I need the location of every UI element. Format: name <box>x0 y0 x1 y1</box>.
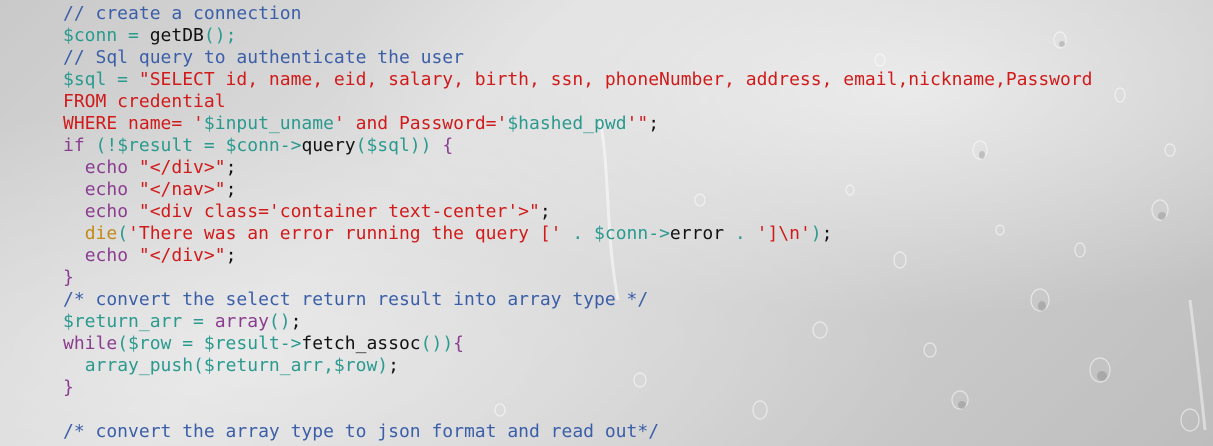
code-line: die('There was an error running the quer… <box>63 223 1093 245</box>
code-token: query <box>301 135 356 156</box>
code-token: fetch_assoc <box>301 333 421 354</box>
code-line: $sql = "SELECT id, name, eid, salary, bi… <box>63 69 1093 91</box>
code-token: $return_arr = <box>63 311 215 332</box>
code-token: "SELECT id, name, eid, salary, birth, ss… <box>138 69 1093 90</box>
code-line: $return_arr = array(); <box>63 311 1093 333</box>
code-token: $conn = <box>63 25 150 46</box>
code-token: ; <box>388 355 399 376</box>
code-token: error <box>669 223 725 244</box>
code-token: "<div class='container text-center'>" <box>138 201 540 222</box>
code-token: ) <box>810 223 822 244</box>
code-line: if (!$result = $conn->query($sql)) { <box>63 135 1093 157</box>
code-line: while($row = $result->fetch_assoc()){ <box>63 333 1093 355</box>
code-token: 'There was an error running the query [' <box>128 223 562 244</box>
code-token: "</nav>" <box>138 179 226 200</box>
code-token: ; <box>290 311 302 332</box>
code-line: } <box>63 267 1093 289</box>
code-line: } <box>63 377 1093 399</box>
code-token: ; <box>225 245 237 266</box>
code-block: // create a connection $conn = getDB();//… <box>63 3 1093 443</box>
code-token: $sql = <box>63 69 139 90</box>
code-line: /* convert the array type to json format… <box>63 421 1093 443</box>
code-token: ; <box>225 157 237 178</box>
code-token: "</div>" <box>138 245 226 266</box>
code-token: . $conn-> <box>561 223 670 244</box>
code-line: WHERE name= '$input_uname' and Password=… <box>63 113 1093 135</box>
code-token: echo <box>84 201 139 222</box>
code-token: () <box>268 311 291 332</box>
code-line: array_push($return_arr,$row); <box>63 355 1093 377</box>
code-token: if <box>63 135 85 156</box>
code-token: /* convert the select return result into… <box>63 289 649 310</box>
code-line: echo "<div class='container text-center'… <box>63 201 1093 223</box>
code-token: . <box>724 223 757 244</box>
code-token: $input_uname <box>203 113 334 134</box>
code-token: } <box>63 377 74 398</box>
code-token: while <box>63 333 118 354</box>
code-line: /* convert the select return result into… <box>63 289 1093 311</box>
code-token: '" <box>626 113 649 134</box>
code-line: // Sql query to authenticate the user <box>63 47 1093 69</box>
code-line: FROM credential <box>63 91 1093 113</box>
code-token: array_push($return_arr,$row) <box>84 355 389 376</box>
code-token: ( <box>117 223 129 244</box>
code-token: getDB <box>149 25 204 46</box>
code-token: } <box>63 267 74 288</box>
code-token: // create a connection <box>63 3 302 24</box>
code-line: $conn = getDB(); <box>63 25 1093 47</box>
code-token: $hashed_pwd <box>507 113 627 134</box>
code-line: // create a connection <box>63 3 1093 25</box>
code-token: ($row = $result-> <box>117 333 302 354</box>
code-token: "</div>" <box>138 157 226 178</box>
code-token: (!$result = $conn-> <box>84 135 302 156</box>
code-token: ; <box>225 179 237 200</box>
code-token: ($sql)) <box>355 135 443 156</box>
code-token: ; <box>539 201 551 222</box>
code-token: ' and Password=' <box>333 113 508 134</box>
code-line: echo "</nav>"; <box>63 179 1093 201</box>
code-token: WHERE name= ' <box>63 113 204 134</box>
code-token: echo <box>84 245 139 266</box>
code-token: ()) <box>420 333 454 354</box>
code-token: echo <box>84 179 139 200</box>
code-token: echo <box>84 157 139 178</box>
code-token: ']\n' <box>756 223 811 244</box>
code-token: die <box>84 223 118 244</box>
code-token: { <box>442 135 454 156</box>
code-token: ; <box>821 223 833 244</box>
code-token: ; <box>648 113 660 134</box>
code-token: array <box>214 311 269 332</box>
code-token: /* convert the array type to json format… <box>63 421 660 442</box>
code-line: echo "</div>"; <box>63 157 1093 179</box>
code-token: // Sql query to authenticate the user <box>63 47 464 68</box>
code-line: echo "</div>"; <box>63 245 1093 267</box>
code-token: FROM credential <box>63 91 226 112</box>
code-token: (); <box>203 25 237 46</box>
code-token: { <box>453 333 464 354</box>
